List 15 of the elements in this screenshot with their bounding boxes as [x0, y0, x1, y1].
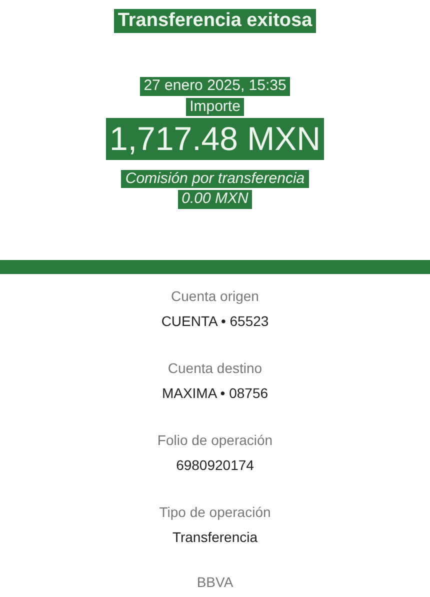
detail-label: Folio de operación [157, 431, 273, 450]
date-text: 27 enero 2025, 15:35 [140, 76, 290, 96]
detail-value: 6980920174 [176, 456, 254, 475]
detail-value: Transferencia [172, 528, 258, 547]
fee-amount: 0.00 MXN [178, 190, 252, 209]
amount-text: 1,717.48 MXN [106, 118, 324, 160]
bank-name: BBVA [196, 573, 234, 592]
detail-label: Tipo de operación [159, 503, 271, 522]
detail-label: Cuenta origen [171, 287, 259, 306]
amount-label: Importe [186, 98, 244, 116]
title: Transferencia exitosa [114, 9, 316, 33]
fee-label: Comisión por transferencia [121, 170, 309, 188]
detail-value: CUENTA • 65523 [161, 312, 269, 331]
detail-value: MAXIMA • 08756 [162, 384, 268, 403]
detail-label: Cuenta destino [168, 359, 262, 378]
